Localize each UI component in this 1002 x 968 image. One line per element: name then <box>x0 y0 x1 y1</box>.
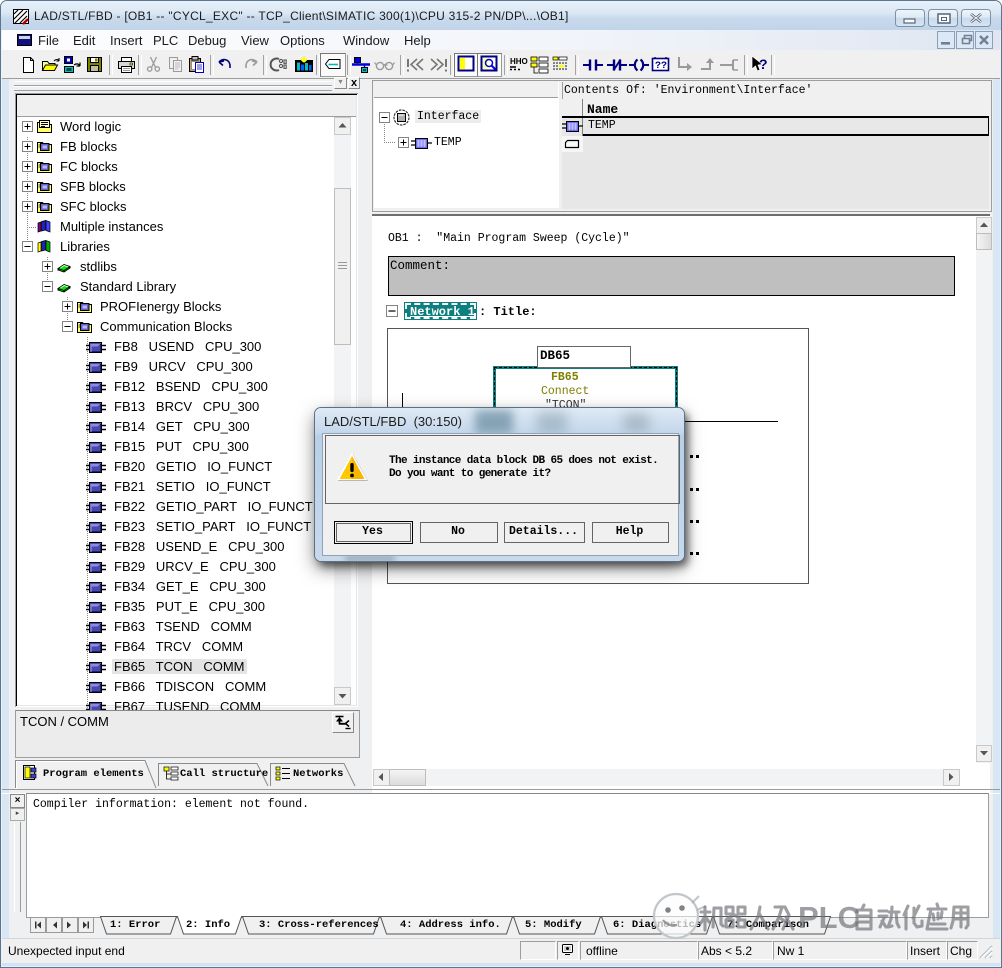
svg-text:PLC: PLC <box>798 900 860 935</box>
svg-text:?: ? <box>759 56 768 72</box>
svg-text:??: ?? <box>655 61 667 72</box>
svg-text:HHO: HHO <box>510 57 528 66</box>
